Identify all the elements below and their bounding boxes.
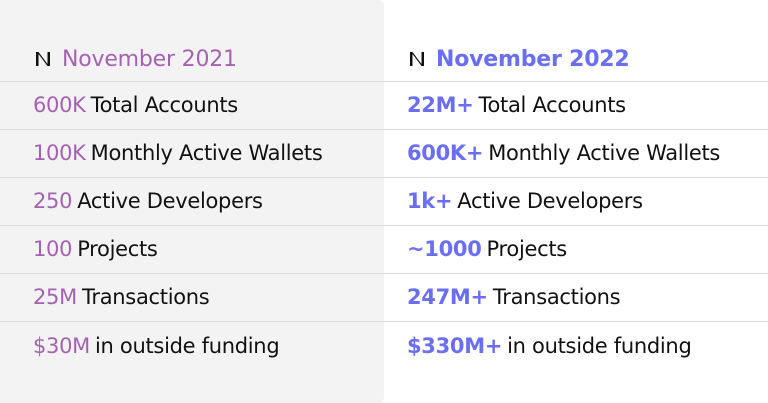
stat-label: Transactions	[81, 285, 210, 309]
stat-value: 250	[33, 189, 73, 213]
stat-value: 600K+	[407, 141, 484, 165]
stat-value: 22M+	[407, 93, 474, 117]
stat-label: Monthly Active Wallets	[488, 141, 721, 165]
stat-label: Active Developers	[457, 189, 643, 213]
stat-value: ~1000	[407, 237, 482, 261]
column-header-2022: November 2022	[407, 42, 630, 76]
stat-label: Projects	[486, 237, 568, 261]
stat-row: 600K+ Monthly Active Wallets	[407, 136, 720, 170]
stat-label: Projects	[77, 237, 158, 261]
stat-row: 25M Transactions	[33, 280, 210, 314]
stat-label: Transactions	[492, 285, 621, 309]
stat-row: 600K Total Accounts	[33, 88, 238, 122]
stat-row: 1k+ Active Developers	[407, 184, 643, 218]
near-logo-icon	[410, 52, 424, 66]
stat-label: in outside funding	[507, 334, 692, 358]
comparison-table: November 2021 600K Total Accounts 100K M…	[0, 0, 768, 403]
stat-label: Total Accounts	[90, 93, 239, 117]
stat-value: 600K	[33, 93, 86, 117]
stat-label: Active Developers	[77, 189, 263, 213]
header-label: November 2021	[62, 46, 237, 72]
stat-value: $330M+	[407, 334, 503, 358]
stat-value: 100K	[33, 141, 86, 165]
stat-row: 100 Projects	[33, 232, 158, 266]
near-logo-icon	[36, 52, 50, 66]
stat-row: 247M+ Transactions	[407, 280, 621, 314]
stat-row: 100K Monthly Active Wallets	[33, 136, 323, 170]
stat-value: 247M+	[407, 285, 488, 309]
stat-label: in outside funding	[95, 334, 280, 358]
stat-row: 22M+ Total Accounts	[407, 88, 626, 122]
stat-row: 250 Active Developers	[33, 184, 263, 218]
stat-label: Monthly Active Wallets	[90, 141, 323, 165]
stat-value: $30M	[33, 334, 91, 358]
stat-label: Total Accounts	[478, 93, 627, 117]
column-2022: November 2022 22M+ Total Accounts 600K+ …	[407, 0, 768, 403]
stat-row: ~1000 Projects	[407, 232, 567, 266]
stat-value: 1k+	[407, 189, 453, 213]
header-label: November 2022	[436, 46, 630, 72]
column-2021: November 2021 600K Total Accounts 100K M…	[33, 0, 383, 403]
stat-row: $330M+ in outside funding	[407, 329, 692, 363]
stat-value: 100	[33, 237, 73, 261]
stat-row: $30M in outside funding	[33, 329, 280, 363]
stat-value: 25M	[33, 285, 77, 309]
column-header-2021: November 2021	[33, 42, 237, 76]
